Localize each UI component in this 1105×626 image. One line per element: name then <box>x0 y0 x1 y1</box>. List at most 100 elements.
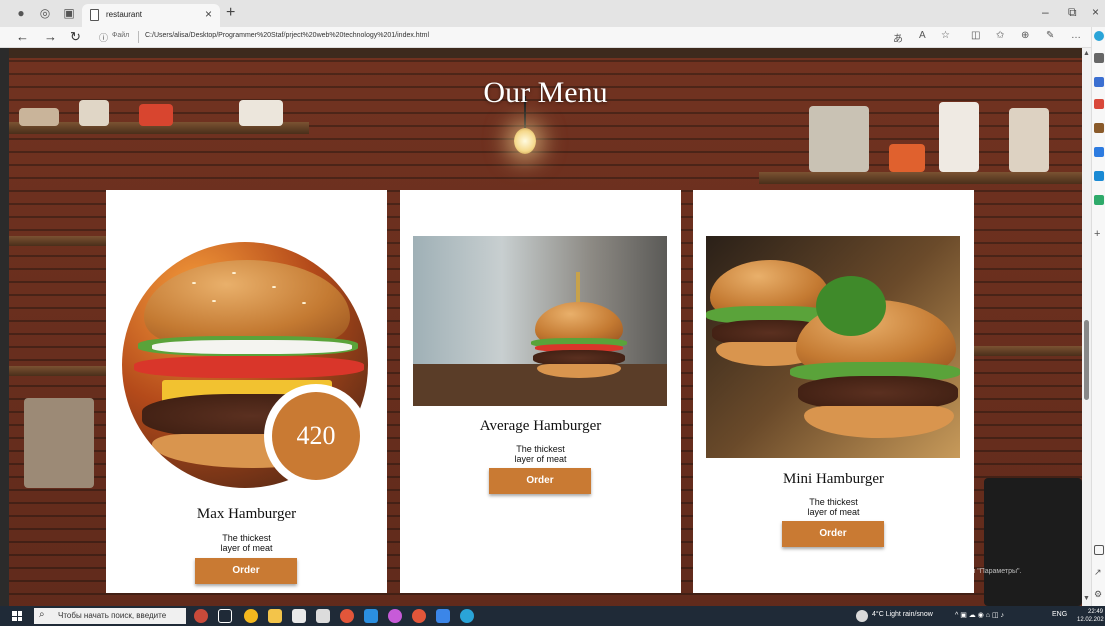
open-in-new-icon[interactable]: ↗ <box>1094 567 1104 577</box>
back-icon[interactable]: ← <box>16 29 29 44</box>
card-desc-line1: The thickest <box>516 444 565 454</box>
split-screen-icon[interactable]: ◫ <box>971 30 980 41</box>
app-icon[interactable] <box>388 609 402 623</box>
taskbar-search[interactable]: ⌕ Чтобы начать поиск, введите <box>34 608 186 624</box>
tab-close-button[interactable]: × <box>205 7 212 21</box>
task-view-icon[interactable] <box>218 609 232 623</box>
address-bar: ← → ↻ ⓘ Файл C:/Users/alisa/Desktop/Prog… <box>0 27 1105 48</box>
clock[interactable]: 22:49 12.02.202 <box>1077 608 1104 624</box>
search-icon[interactable] <box>1094 53 1104 63</box>
scroll-thumb[interactable] <box>1084 320 1089 400</box>
light-bulb <box>514 128 536 154</box>
sesame <box>192 282 196 284</box>
favorite-star-icon[interactable]: ☆ <box>941 30 950 41</box>
bun-top <box>144 260 350 342</box>
search-icon: ⌕ <box>39 609 45 620</box>
windows-taskbar: ⌕ Чтобы начать поиск, введите 4°C Light … <box>0 606 1105 626</box>
extensions-icon[interactable]: ✎ <box>1046 30 1054 41</box>
shopping-icon[interactable] <box>1094 99 1104 109</box>
menu-card-mini: Mini Hamburger The thickest layer of mea… <box>693 190 974 593</box>
info-icon[interactable]: ⓘ <box>99 31 108 44</box>
url-scheme-label: Файл <box>112 32 130 39</box>
add-sidebar-app-icon[interactable]: + <box>1094 229 1104 240</box>
favorites-icon[interactable]: ✩ <box>996 30 1004 41</box>
shelf <box>974 346 1082 356</box>
shelf-jar <box>19 108 59 126</box>
activation-watermark-subtitle: Чтобы активировать Windows, перейдите в … <box>810 568 1022 575</box>
price-value: 420 <box>272 392 360 480</box>
vscode-icon[interactable] <box>364 609 378 623</box>
order-button-max[interactable]: Order <box>195 558 297 584</box>
card-desc-line1: The thickest <box>809 497 858 507</box>
clock-date: 12.02.202 <box>1077 617 1104 623</box>
card-title: Mini Hamburger <box>783 471 884 487</box>
workspaces-icon[interactable]: ◎ <box>38 6 52 20</box>
start-button[interactable] <box>12 611 22 621</box>
minimize-button[interactable]: – <box>1042 5 1049 19</box>
file-explorer-icon[interactable] <box>268 609 282 623</box>
weather-icon[interactable] <box>856 610 868 622</box>
more-menu-icon[interactable]: … <box>1071 30 1081 41</box>
translate-icon[interactable]: あ <box>893 30 903 45</box>
order-button-average[interactable]: Order <box>489 468 591 494</box>
url-text[interactable]: C:/Users/alisa/Desktop/Programmer%20Staf… <box>145 32 429 39</box>
url-field[interactable]: ⓘ Файл C:/Users/alisa/Desktop/Programmer… <box>95 29 955 46</box>
mail-icon[interactable] <box>316 609 330 623</box>
price-badge: 420 <box>264 384 368 488</box>
card-desc-line1: The thickest <box>222 533 271 543</box>
language-indicator[interactable]: ENG <box>1052 611 1067 618</box>
chrome-icon[interactable] <box>244 609 258 623</box>
card-desc-line2: layer of meat <box>807 507 860 517</box>
scroll-down-arrow[interactable]: ▼ <box>1083 595 1090 602</box>
page-viewport: Our Menu 420 Max Hamburger The thickest … <box>9 48 1082 606</box>
restore-button[interactable]: ⧉ <box>1068 5 1077 20</box>
coffee-bags <box>24 398 94 488</box>
profile-icon[interactable]: ● <box>14 6 28 20</box>
close-window-button[interactable]: × <box>1092 5 1099 19</box>
app-icon[interactable] <box>412 609 426 623</box>
browser-tab[interactable]: restaurant × <box>82 4 220 27</box>
sesame <box>232 272 236 274</box>
ceiling-beam <box>9 48 1082 58</box>
app-icon[interactable] <box>436 609 450 623</box>
patty <box>798 376 958 410</box>
scroll-up-arrow[interactable]: ▲ <box>1083 50 1090 57</box>
clock-time: 22:49 <box>1087 609 1103 615</box>
sesame <box>302 302 306 304</box>
store-icon[interactable] <box>292 609 306 623</box>
discover-icon[interactable] <box>1094 77 1104 87</box>
drop-icon[interactable] <box>1094 195 1104 205</box>
tray-icons[interactable]: ^ ▣ ☁ ◉ ⌂ ◫ ♪ <box>955 611 1004 619</box>
outlook-icon[interactable] <box>1094 171 1104 181</box>
menu-card-max: 420 Max Hamburger The thickest layer of … <box>106 190 387 593</box>
new-tab-button[interactable]: + <box>226 4 235 22</box>
sidebar-layout-icon[interactable] <box>1094 545 1104 555</box>
shelf <box>9 236 109 246</box>
copilot-icon[interactable] <box>1094 31 1104 41</box>
page-title: Our Menu <box>483 76 608 109</box>
order-button-mini[interactable]: Order <box>782 521 884 547</box>
tomato <box>134 356 364 378</box>
shelf-jar <box>889 144 925 172</box>
app-icon[interactable] <box>194 609 208 623</box>
card-title: Average Hamburger <box>479 418 602 434</box>
collections-icon[interactable]: ⊕ <box>1021 30 1029 41</box>
activation-watermark-title: Активация Windows <box>810 553 912 565</box>
bun-top <box>535 302 623 342</box>
edge-icon[interactable] <box>460 609 474 623</box>
tools-icon[interactable] <box>1094 123 1104 133</box>
forward-icon[interactable]: → <box>44 29 57 44</box>
read-aloud-icon[interactable]: A <box>919 30 926 41</box>
refresh-icon[interactable]: ↻ <box>70 29 81 45</box>
taskbar-search-placeholder: Чтобы начать поиск, введите <box>58 611 167 620</box>
bun-bottom <box>804 406 954 438</box>
shelf-jar <box>809 106 869 172</box>
skewer <box>576 272 580 306</box>
sesame <box>212 300 216 302</box>
office-icon[interactable] <box>340 609 354 623</box>
tab-actions-icon[interactable]: ▣ <box>62 6 76 20</box>
office-icon[interactable] <box>1094 147 1104 157</box>
weather-text[interactable]: 4°C Light rain/snow <box>872 611 933 618</box>
basil <box>816 276 886 336</box>
settings-gear-icon[interactable]: ⚙ <box>1094 589 1104 599</box>
